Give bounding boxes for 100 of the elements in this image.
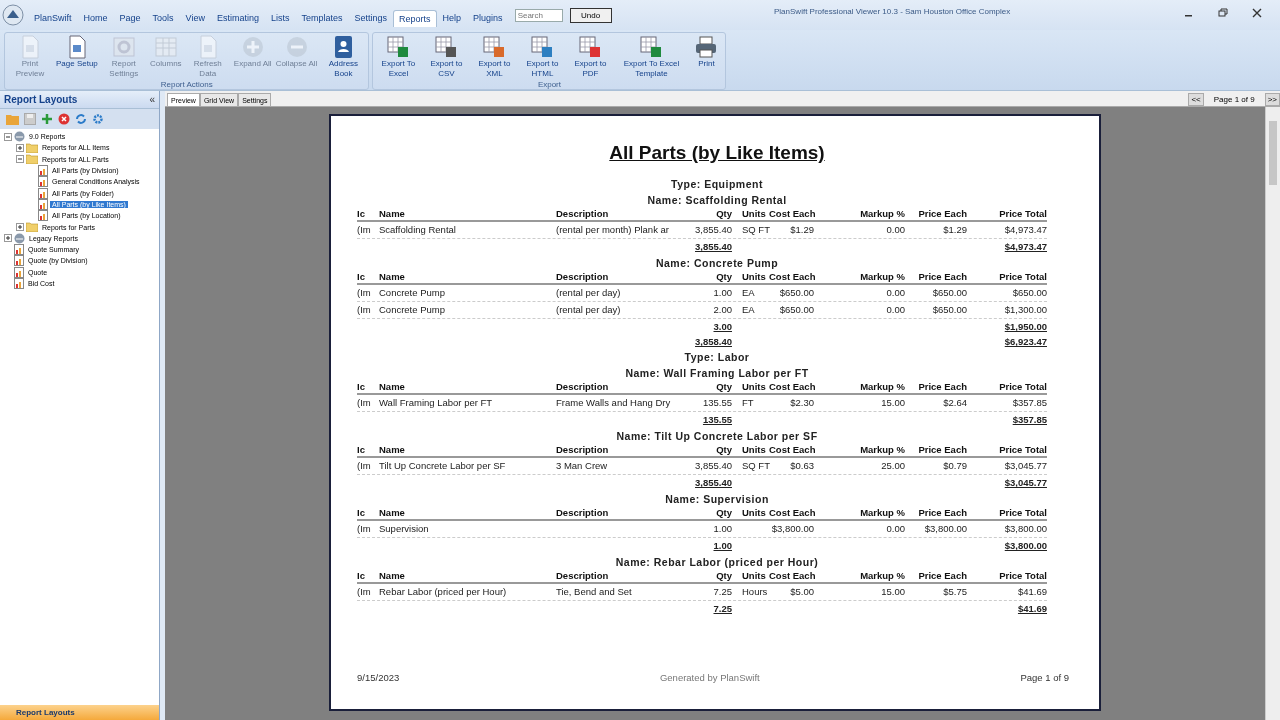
table-cell-text: $5.00 xyxy=(789,585,814,599)
column-header: Price Each xyxy=(917,570,967,582)
ribbon-tab[interactable]: Settings xyxy=(348,9,394,27)
price-subtotal: $3,045.77 xyxy=(1003,476,1047,490)
table-cell-text: 3,855.40 xyxy=(694,223,732,237)
expand-toggle-icon[interactable] xyxy=(16,223,24,231)
ribbon-button[interactable]: Export To Excel Template xyxy=(614,33,689,79)
ribbon-button[interactable]: Export to HTML xyxy=(518,33,567,79)
spreadsheet-icon xyxy=(530,35,555,59)
column-header: Price Each xyxy=(917,208,967,220)
table-cell-text: $4,973.47 xyxy=(1003,223,1047,237)
table-cell-text: Tie, Bend and Set xyxy=(556,585,633,599)
table-cell-text: Frame Walls and Hang Dry xyxy=(556,396,672,410)
price-subtotal: $4,973.47 xyxy=(1003,240,1047,254)
table-cell-text: Concrete Pump xyxy=(379,286,446,300)
spreadsheet-icon xyxy=(482,35,507,59)
table-cell-text: (rental per day) xyxy=(556,286,622,300)
expand-toggle-icon[interactable] xyxy=(16,143,24,152)
report-icon xyxy=(38,198,48,210)
column-header: Description xyxy=(556,507,610,519)
ribbon-tab[interactable]: View xyxy=(179,9,211,27)
table-cell-text: $2.64 xyxy=(942,396,967,410)
ribbon-button[interactable]: Export to PDF xyxy=(566,33,615,79)
ribbon-tab[interactable]: Tools xyxy=(146,9,180,27)
ribbon-tab[interactable]: Help xyxy=(436,9,468,27)
table-cell-text: $1.29 xyxy=(942,223,967,237)
search-field[interactable]: Search xyxy=(514,8,563,22)
expand-toggle-icon[interactable] xyxy=(4,234,12,243)
group-heading: Name: Tilt Up Concrete Labor per SF xyxy=(616,429,818,444)
next-page-button[interactable]: >> xyxy=(1264,93,1280,106)
ribbon-button[interactable]: Print xyxy=(688,33,725,79)
refresh-icon[interactable] xyxy=(75,113,87,125)
column-header: Cost Each xyxy=(769,271,814,283)
scrollbar[interactable] xyxy=(1265,107,1280,720)
column-header: Units xyxy=(741,507,767,519)
add-icon[interactable] xyxy=(41,113,53,125)
column-header: Markup % xyxy=(859,444,905,456)
spreadsheet-icon xyxy=(639,35,664,59)
table-cell-text: (Im xyxy=(357,286,372,300)
ribbon-tab[interactable]: Home xyxy=(77,9,114,27)
report-icon xyxy=(38,187,48,199)
settings-icon[interactable] xyxy=(92,113,104,125)
table-cell-text: $3,800.00 xyxy=(923,522,967,536)
column-header: Ic xyxy=(357,208,366,220)
column-header: Price Total xyxy=(998,381,1047,393)
minus-circle-icon xyxy=(284,35,309,59)
ribbon-button[interactable]: Export To Excel xyxy=(374,33,423,79)
app-logo-icon[interactable] xyxy=(2,4,24,26)
table-cell-text: Tilt Up Concrete Labor per SF xyxy=(379,459,507,473)
report-title: All Parts (by Like Items) xyxy=(609,142,825,164)
table-cell-text: $0.79 xyxy=(942,459,967,473)
price-subtotal: $3,800.00 xyxy=(1003,539,1047,553)
column-header: Name xyxy=(379,570,406,582)
table-cell-text: $1.29 xyxy=(789,223,814,237)
column-header: Qty xyxy=(715,570,732,582)
column-header: Ic xyxy=(357,381,366,393)
column-header: Cost Each xyxy=(769,208,814,220)
column-header: Description xyxy=(556,444,610,456)
ribbon-button[interactable]: Page Setup xyxy=(54,33,100,79)
spreadsheet-icon xyxy=(578,35,603,59)
quantity-subtotal: 3.00 xyxy=(712,320,732,334)
undo-button[interactable]: Undo xyxy=(569,7,612,23)
ribbon-tab[interactable]: Plugins xyxy=(467,9,509,27)
table-cell-text: 7.25 xyxy=(712,585,732,599)
ribbon-tab[interactable]: Estimating xyxy=(210,9,265,27)
table-cell-text: (rental per day) xyxy=(556,303,622,317)
ribbon-tab[interactable]: Reports xyxy=(393,9,437,27)
group-heading: Name: Concrete Pump xyxy=(655,256,779,271)
ribbon-tab[interactable]: Lists xyxy=(265,9,296,27)
report-icon xyxy=(14,244,24,256)
table-cell-text: (Im xyxy=(357,585,372,599)
table-cell-text: 135.55 xyxy=(701,396,732,410)
collapse-toggle-icon[interactable] xyxy=(4,132,12,141)
panel-footer-tab[interactable]: Report Layouts xyxy=(0,705,159,720)
collapse-button[interactable]: « xyxy=(149,94,155,105)
group-heading: Name: Wall Framing Labor per FT xyxy=(625,366,809,381)
ribbon-tab[interactable]: Page xyxy=(113,9,147,27)
column-header: Qty xyxy=(715,208,732,220)
column-header: Cost Each xyxy=(769,570,814,582)
ribbon-button[interactable]: Export to CSV xyxy=(422,33,471,79)
ribbon-button[interactable]: Address Book xyxy=(319,33,368,79)
table-cell-text: 15.00 xyxy=(880,585,905,599)
ribbon-tab[interactable]: Templates xyxy=(295,9,349,27)
report-icon xyxy=(14,266,24,278)
column-header: Units xyxy=(741,271,767,283)
column-header: Price Each xyxy=(917,444,967,456)
printer-icon xyxy=(694,35,719,59)
report-icon xyxy=(38,176,48,188)
quantity-subtotal: 7.25 xyxy=(712,602,732,616)
column-header: Price Each xyxy=(917,381,967,393)
restore-icon[interactable] xyxy=(1218,8,1228,18)
close-icon[interactable] xyxy=(1252,8,1262,18)
ribbon-button[interactable]: Export to XML xyxy=(470,33,519,79)
report-icon xyxy=(38,165,48,177)
group-heading: Name: Rebar Labor (priced per Hour) xyxy=(615,555,819,570)
generator-note: Generated by PlanSwift xyxy=(659,672,760,683)
collapse-toggle-icon[interactable] xyxy=(16,155,24,164)
ribbon-tab[interactable]: PlanSwift xyxy=(28,9,78,27)
delete-icon[interactable] xyxy=(58,113,70,125)
previous-page-button[interactable]: << xyxy=(1188,93,1204,106)
